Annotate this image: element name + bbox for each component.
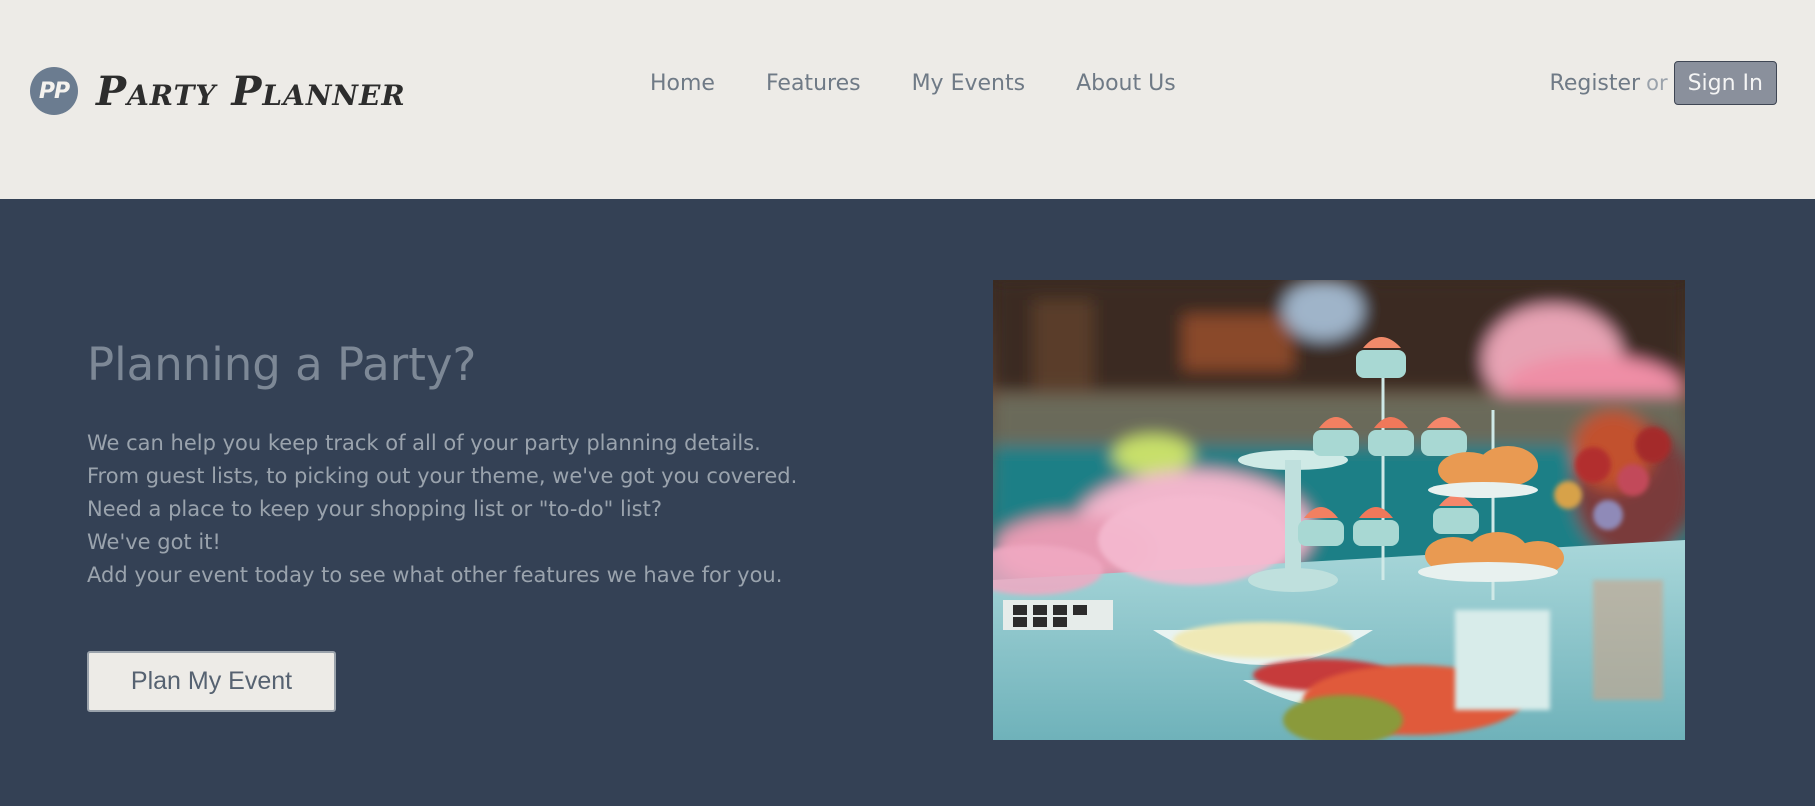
- main-nav: Home Features My Events About Us: [650, 70, 1176, 98]
- register-link[interactable]: Register: [1550, 71, 1641, 96]
- party-table-photo: [993, 280, 1685, 740]
- auth-area: Register or Sign In: [1550, 61, 1777, 105]
- nav-link-features[interactable]: Features: [766, 70, 861, 98]
- nav-link-about-us[interactable]: About Us: [1076, 70, 1176, 98]
- nav-link-my-events[interactable]: My Events: [912, 70, 1025, 98]
- brand-name[interactable]: Party Planner: [96, 70, 406, 114]
- auth-separator: or: [1646, 71, 1668, 95]
- site-header: PP Party Planner Home Features My Events…: [0, 0, 1815, 199]
- logo-icon[interactable]: PP: [30, 67, 78, 115]
- hero-line: We've got it!: [87, 530, 221, 554]
- hero-line: We can help you keep track of all of you…: [87, 431, 761, 455]
- hero-title: Planning a Party?: [87, 338, 477, 391]
- plan-my-event-button[interactable]: Plan My Event: [87, 651, 336, 712]
- logo-badge-text: PP: [38, 78, 70, 104]
- sign-in-button[interactable]: Sign In: [1673, 61, 1777, 105]
- hero-section: Planning a Party? We can help you keep t…: [0, 199, 1815, 806]
- hero-line: Add your event today to see what other f…: [87, 563, 783, 587]
- nav-link-home[interactable]: Home: [650, 70, 715, 98]
- party-photo-illustration: [993, 280, 1685, 740]
- hero-description: We can help you keep track of all of you…: [87, 427, 797, 592]
- hero-line: Need a place to keep your shopping list …: [87, 497, 662, 521]
- hero-line: From guest lists, to picking out your th…: [87, 464, 798, 488]
